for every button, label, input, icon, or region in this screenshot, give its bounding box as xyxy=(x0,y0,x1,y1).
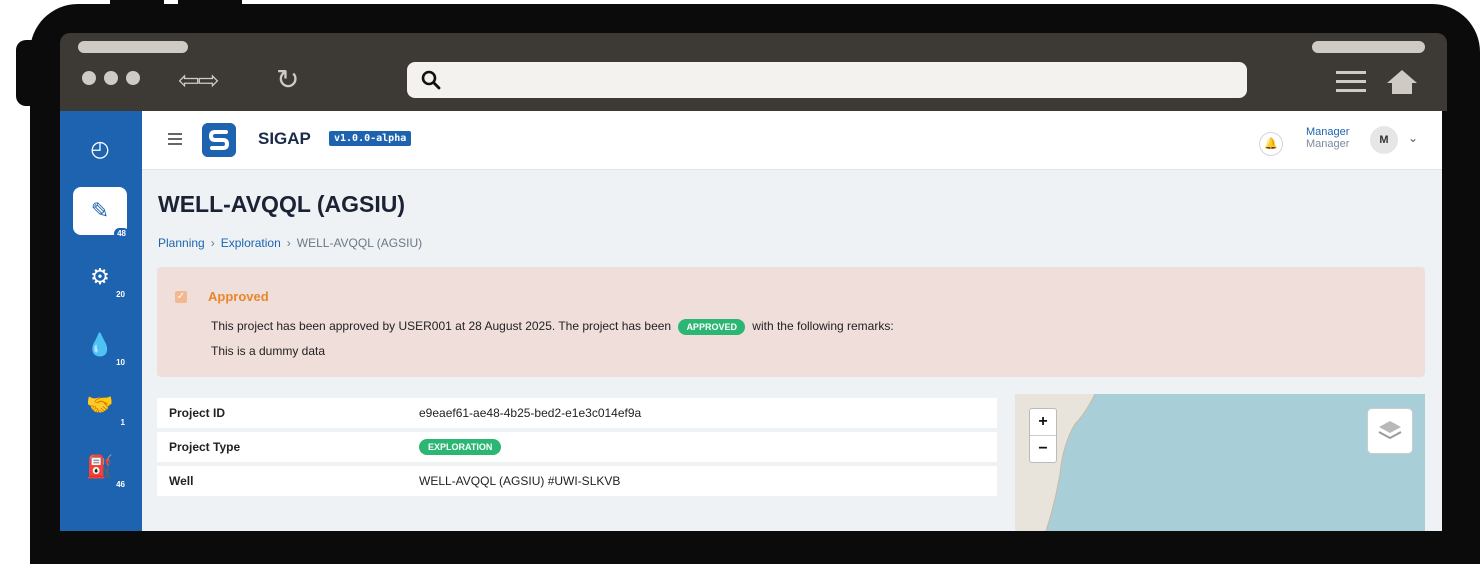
approval-alert: ✓ Approved This project has been approve… xyxy=(157,267,1425,377)
avatar[interactable]: M xyxy=(1370,126,1398,154)
camera-pill xyxy=(78,41,188,53)
handshake-icon: 🤝 xyxy=(86,392,114,417)
page-title: WELL-AVQQL (AGSIU) xyxy=(158,191,406,217)
top-navbar: SIGAP v1.0.0-alpha 🔔 Manager Manager M ⌄ xyxy=(142,111,1442,170)
alert-title: Approved xyxy=(208,289,269,304)
sigap-logo-icon[interactable] xyxy=(202,123,236,157)
layers-button[interactable] xyxy=(1367,408,1413,454)
window-controls[interactable] xyxy=(82,71,140,85)
user-info[interactable]: Manager Manager xyxy=(1306,126,1349,150)
user-role: Manager xyxy=(1306,138,1350,150)
row-label: Project Type xyxy=(157,432,407,462)
sidebar-badge: 10 xyxy=(116,358,125,367)
alert-remarks: This is a dummy data xyxy=(211,344,326,358)
sensor-pill xyxy=(1312,41,1425,53)
sidebar-badge: 20 xyxy=(116,290,125,299)
hamburger-menu-icon[interactable] xyxy=(168,133,182,148)
zoom-out-button[interactable]: − xyxy=(1030,436,1056,462)
table-row: Project ID e9eaef61-ae48-4b25-bed2-e1e3c… xyxy=(157,398,997,428)
row-value: EXPLORATION xyxy=(407,432,997,462)
table-row: Project Type EXPLORATION xyxy=(157,432,997,462)
reload-icon[interactable]: ↻ xyxy=(276,63,299,96)
sidebar-badge: 48 xyxy=(114,228,129,239)
layers-icon xyxy=(1378,421,1402,440)
sidebar-badge: 46 xyxy=(116,480,125,489)
oil-rig-icon: ⛽ xyxy=(86,454,114,479)
row-label: Project ID xyxy=(157,398,407,428)
window-dot[interactable] xyxy=(82,71,96,85)
alert-message-text: This project has been approved by USER00… xyxy=(211,319,672,334)
sidebar-item-production[interactable]: 💧 10 xyxy=(73,321,127,369)
sidebar-item-rigs[interactable]: ⛽ 46 xyxy=(73,443,127,491)
sidebar: ◴ ✎ 48 ⚙ 20 💧 10 🤝 1 ⛽ 46 xyxy=(60,111,142,531)
sidebar-item-dashboard[interactable]: ◴ xyxy=(73,125,127,173)
gauge-icon: ◴ xyxy=(90,136,110,161)
url-bar[interactable] xyxy=(407,62,1247,98)
chevron-down-icon[interactable]: ⌄ xyxy=(1408,131,1418,145)
breadcrumb: Planning › Exploration › WELL-AVQQL (AGSIU) xyxy=(158,236,422,250)
user-name: Manager xyxy=(1306,126,1350,138)
sidebar-item-planning[interactable]: ✎ 48 xyxy=(73,187,129,239)
document-edit-icon: ✎ xyxy=(90,198,110,223)
sidebar-item-operations[interactable]: ⚙ 20 xyxy=(73,253,127,301)
map-view[interactable]: + − xyxy=(1015,394,1425,531)
alert-message: This project has been approved by USER00… xyxy=(211,319,894,335)
status-badge: APPROVED xyxy=(678,319,745,335)
breadcrumb-separator-icon: › xyxy=(286,236,291,250)
gears-icon: ⚙ xyxy=(90,264,110,289)
map-land-shape xyxy=(1015,394,1096,531)
app-window: ◴ ✎ 48 ⚙ 20 💧 10 🤝 1 ⛽ 46 SIGAP v1.0.0-a… xyxy=(60,111,1442,531)
back-forward-icon[interactable]: ⇦⇨ xyxy=(178,65,220,96)
table-row: Well WELL-AVQQL (AGSIU) #UWI-SLKVB xyxy=(157,466,997,496)
breadcrumb-item-planning[interactable]: Planning xyxy=(158,236,205,250)
browser-chrome: ⇦⇨ ↻ xyxy=(60,33,1447,111)
search-icon xyxy=(421,70,441,90)
zoom-in-button[interactable]: + xyxy=(1030,409,1056,436)
window-dot[interactable] xyxy=(126,71,140,85)
check-icon: ✓ xyxy=(175,291,187,303)
version-badge: v1.0.0-alpha xyxy=(329,131,412,146)
sidebar-badge: 1 xyxy=(120,418,125,427)
sidebar-item-partners[interactable]: 🤝 1 xyxy=(73,381,127,429)
notification-bell-icon[interactable]: 🔔 xyxy=(1259,132,1283,156)
droplet-icon: 💧 xyxy=(86,332,114,357)
breadcrumb-item-current: WELL-AVQQL (AGSIU) xyxy=(296,236,423,250)
alert-message-suffix: with the following remarks: xyxy=(752,319,894,334)
home-icon[interactable] xyxy=(1386,69,1418,95)
project-details-table: Project ID e9eaef61-ae48-4b25-bed2-e1e3c… xyxy=(157,394,997,500)
window-dot[interactable] xyxy=(104,71,118,85)
breadcrumb-separator-icon: › xyxy=(210,236,215,250)
brand-name[interactable]: SIGAP xyxy=(258,129,311,149)
row-value: e9eaef61-ae48-4b25-bed2-e1e3c014ef9a xyxy=(407,398,997,428)
row-label: Well xyxy=(157,466,407,496)
map-zoom-control: + − xyxy=(1029,408,1057,463)
browser-menu-icon[interactable] xyxy=(1336,71,1366,98)
row-value: WELL-AVQQL (AGSIU) #UWI-SLKVB xyxy=(407,466,997,496)
project-type-badge: EXPLORATION xyxy=(419,439,502,455)
breadcrumb-item-exploration[interactable]: Exploration xyxy=(221,236,281,250)
